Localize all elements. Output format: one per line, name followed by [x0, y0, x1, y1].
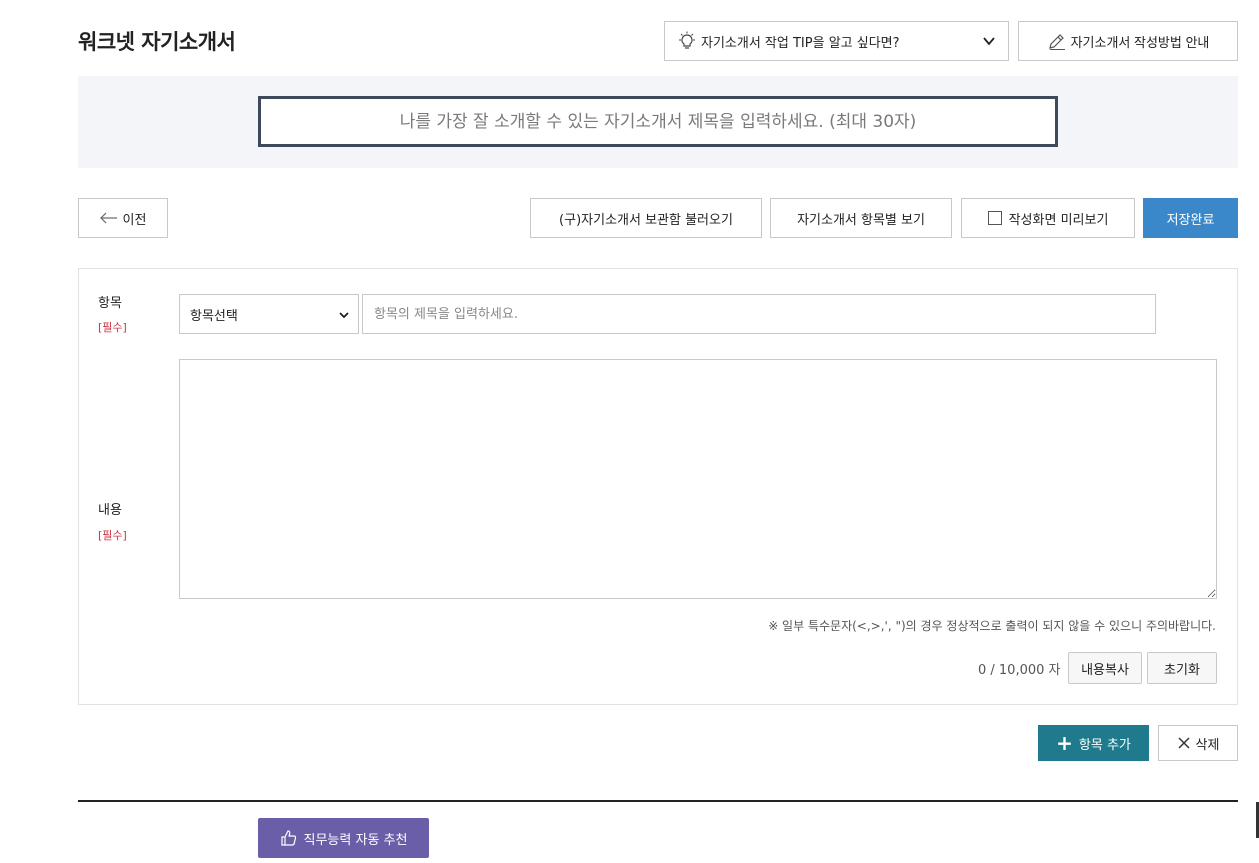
item-select-value: 항목선택 — [190, 308, 238, 324]
chevron-down-icon — [339, 312, 349, 319]
close-icon — [1178, 737, 1190, 749]
arrow-left-icon — [99, 212, 117, 224]
content-required-tag: [필수] — [98, 529, 127, 542]
special-char-notice: ※ 일부 특수문자(<,>,', ")의 경우 정상적으로 출력이 되지 않을 … — [768, 619, 1216, 633]
load-archive-button[interactable]: (구)자기소개서 보관함 불러오기 — [530, 198, 762, 238]
lightbulb-icon — [679, 31, 695, 49]
content-label: 내용 — [98, 503, 122, 518]
preview-button[interactable]: 작성화면 미리보기 — [961, 198, 1135, 238]
writing-guide-button[interactable]: 자기소개서 작성방법 안내 — [1018, 21, 1238, 61]
save-complete-button[interactable]: 저장완료 — [1143, 198, 1238, 238]
add-item-button[interactable]: + 항목 추가 — [1038, 725, 1149, 761]
prev-button[interactable]: 이전 — [78, 198, 168, 238]
preview-button-label: 작성화면 미리보기 — [1008, 212, 1109, 228]
delete-label: 삭제 — [1195, 737, 1220, 753]
section-divider — [78, 800, 1238, 802]
page-title: 워크넷 자기소개서 — [78, 30, 236, 54]
prev-button-label: 이전 — [122, 212, 147, 228]
tip-dropdown[interactable]: 자기소개서 작업 TIP을 알고 싶다면? — [664, 21, 1009, 61]
item-label: 항목 — [98, 296, 122, 311]
resume-title-input[interactable] — [258, 96, 1058, 147]
char-count: 0 / 10,000 자 — [978, 663, 1061, 678]
view-items-button[interactable]: 자기소개서 항목별 보기 — [770, 198, 952, 238]
preview-checkbox-icon — [987, 211, 1002, 225]
copy-content-button[interactable]: 내용복사 — [1068, 652, 1142, 684]
chevron-down-icon — [983, 37, 995, 46]
plus-icon: + — [1056, 731, 1073, 755]
item-select[interactable]: 항목선택 — [179, 294, 359, 334]
tip-dropdown-label: 자기소개서 작업 TIP을 알고 싶다면? — [701, 35, 900, 51]
thumbs-up-icon — [280, 830, 296, 846]
add-item-label: 항목 추가 — [1078, 737, 1131, 753]
delete-button[interactable]: 삭제 — [1158, 725, 1238, 761]
job-skill-recommend-label: 직무능력 자동 추천 — [303, 832, 408, 848]
job-skill-recommend-button[interactable]: 직무능력 자동 추천 — [258, 818, 429, 858]
item-title-input[interactable] — [362, 294, 1156, 334]
item-required-tag: [필수] — [98, 321, 127, 334]
pencil-icon — [1048, 34, 1065, 50]
reset-button[interactable]: 초기화 — [1147, 652, 1217, 684]
writing-guide-label: 자기소개서 작성방법 안내 — [1070, 34, 1210, 50]
content-textarea[interactable] — [179, 359, 1217, 599]
